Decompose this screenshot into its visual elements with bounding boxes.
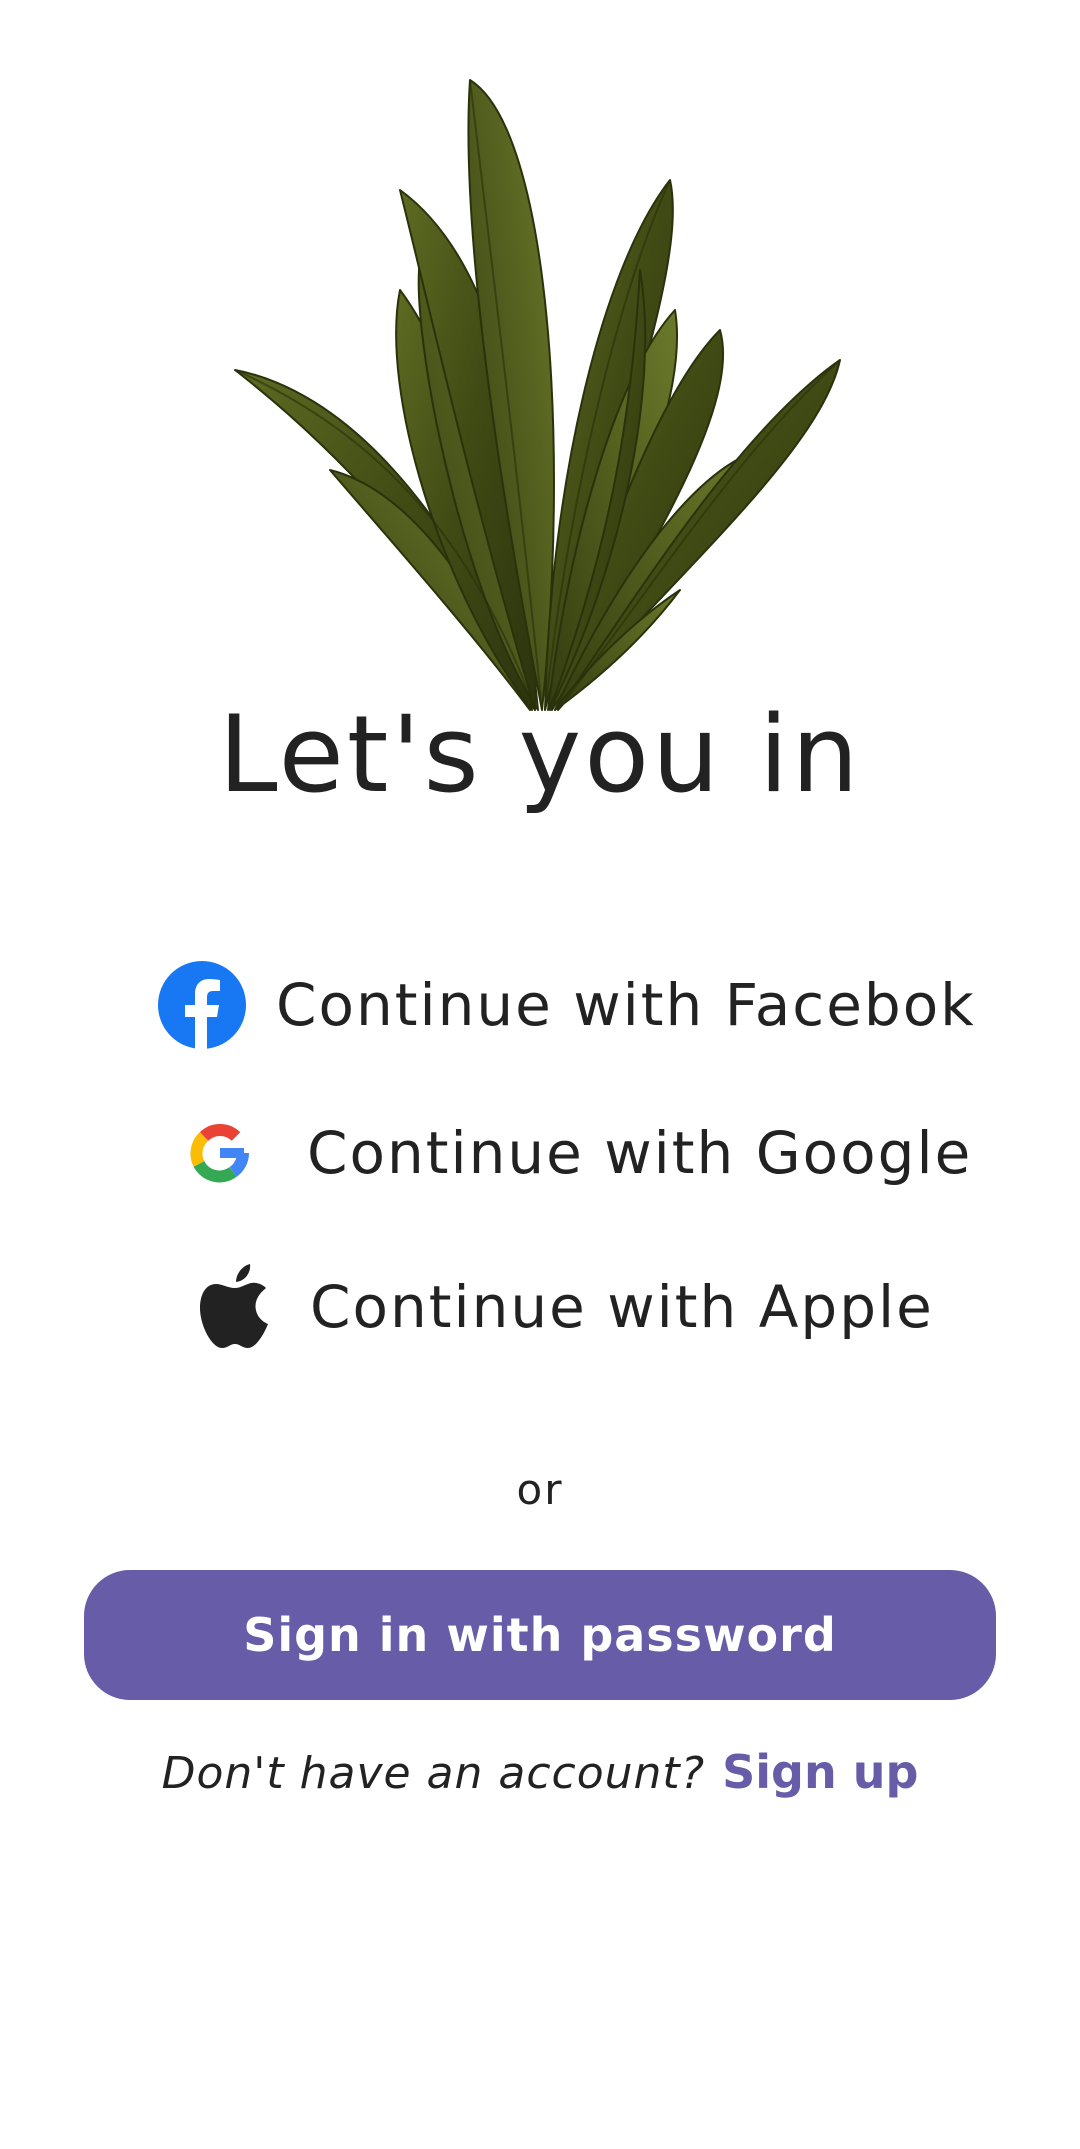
page-title: Let's you in (218, 693, 862, 816)
apple-icon (200, 1264, 268, 1348)
signup-row: Don't have an account? Sign up (0, 1745, 1080, 1799)
continue-with-facebook-button[interactable]: Continue with Facebok (158, 955, 976, 1055)
facebook-button-label: Continue with Facebok (276, 971, 976, 1039)
sign-in-with-password-button[interactable]: Sign in with password (84, 1570, 996, 1700)
google-icon (190, 1124, 250, 1183)
facebook-icon (158, 961, 246, 1049)
or-divider: or (516, 1465, 564, 1514)
continue-with-apple-button[interactable]: Continue with Apple (200, 1257, 934, 1357)
google-button-label: Continue with Google (307, 1119, 973, 1187)
apple-button-label: Continue with Apple (310, 1273, 934, 1341)
continue-with-google-button[interactable]: Continue with Google (185, 1103, 972, 1203)
signup-prompt: Don't have an account? (161, 1748, 706, 1799)
sign-up-link[interactable]: Sign up (722, 1745, 918, 1799)
plant-illustration (234, 79, 841, 711)
